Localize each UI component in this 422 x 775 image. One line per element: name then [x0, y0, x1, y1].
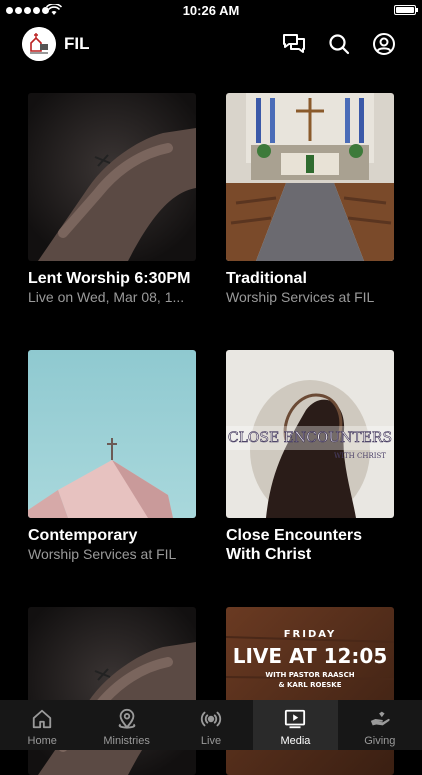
tab-media[interactable]: Media: [253, 700, 338, 750]
tab-label: Giving: [364, 735, 396, 747]
art-line1: WITH PASTOR RAASCH: [265, 671, 354, 679]
media-item-subtitle: Worship Services at FIL: [226, 289, 375, 305]
tab-home[interactable]: Home: [0, 700, 84, 750]
account-icon[interactable]: [372, 32, 396, 56]
status-time: 10:26 AM: [182, 3, 240, 18]
media-item-title: Close Encounters With Christ: [226, 527, 363, 563]
tab-bar: Home Ministries Live Media Giving: [0, 700, 422, 750]
media-item-subtitle: Worship Services at FIL: [28, 546, 177, 562]
media-thumbnail: CLOSE ENCOUNTERS WITH CHRIST: [226, 350, 394, 518]
art-line2: & KARL ROESKE: [278, 681, 341, 689]
app-title: FIL: [64, 34, 90, 53]
play-icon: [285, 709, 306, 729]
home-icon: [33, 709, 52, 729]
app-header: FIL: [0, 22, 422, 66]
media-item-lent-worship[interactable]: Lent Worship 6:30PM Live on Wed, Mar 08,…: [28, 93, 196, 306]
broadcast-icon: [200, 711, 222, 727]
art-subtitle: WITH CHRIST: [334, 452, 386, 460]
media-item-title: Contemporary: [28, 527, 138, 544]
status-bar: 10:26 AM: [0, 0, 422, 22]
art-day: FRIDAY: [284, 629, 337, 640]
media-item-title: Traditional: [226, 270, 307, 287]
tab-label: Media: [280, 735, 311, 747]
tab-live[interactable]: Live: [169, 700, 253, 750]
tab-label: Home: [27, 735, 57, 747]
media-item-subtitle: Live on Wed, Mar 08, 1...: [28, 289, 185, 305]
media-item-title: Lent Worship 6:30PM: [28, 270, 191, 287]
media-item-traditional[interactable]: Traditional Worship Services at FIL: [226, 93, 394, 306]
media-thumbnail: [226, 93, 394, 261]
media-item-contemporary[interactable]: Contemporary Worship Services at FIL: [28, 350, 196, 563]
media-item-close-encounters[interactable]: CLOSE ENCOUNTERS WITH CHRIST Close Encou…: [226, 350, 394, 564]
media-thumbnail: [28, 350, 196, 518]
battery-icon: [394, 5, 418, 15]
media-thumbnail: [28, 93, 196, 261]
location-pin-icon: [118, 708, 135, 729]
search-icon[interactable]: [327, 32, 351, 56]
tab-label: Ministries: [103, 735, 150, 747]
tab-ministries[interactable]: Ministries: [84, 700, 168, 750]
giving-hand-icon: [370, 711, 390, 726]
chat-icon[interactable]: [282, 32, 306, 56]
church-logo[interactable]: [22, 27, 56, 61]
art-main: LIVE AT 12:05: [233, 644, 387, 668]
tab-label: Live: [200, 735, 222, 747]
tab-giving[interactable]: Giving: [338, 700, 422, 750]
art-title: CLOSE ENCOUNTERS: [228, 430, 392, 446]
